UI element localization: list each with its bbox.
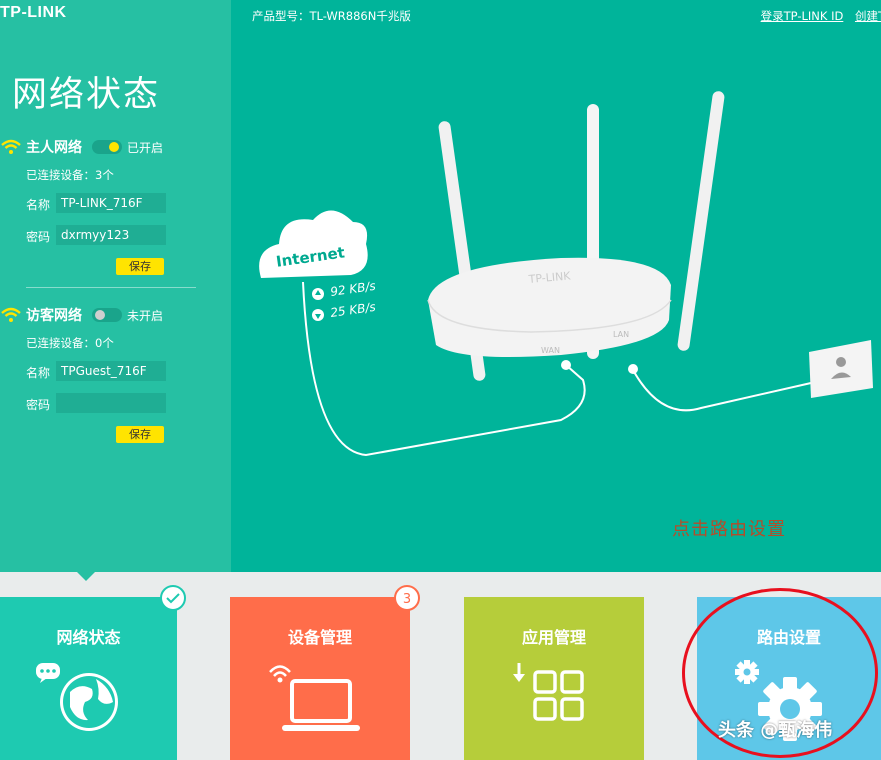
hint-text: 点击路由设置 — [672, 519, 786, 540]
guest-network-header: 访客网络 未开启 — [0, 304, 163, 326]
laptop-wifi-icon — [269, 665, 360, 731]
tp-link-logo: TP-LINK — [0, 4, 67, 21]
main-network-header: 主人网络 已开启 — [0, 136, 163, 158]
download-speed: 25 KB/s — [329, 300, 376, 320]
main-password-input[interactable]: dxrmyy123 — [56, 225, 166, 245]
guest-network-state: 未开启 — [127, 308, 164, 323]
network-diagram: Internet 92 KB/s 25 KB/s TP-LINK WAN LAN — [259, 91, 873, 457]
guest-network-connected: 已连接设备：0个 — [26, 336, 114, 350]
tile-network-status[interactable]: 网络状态 — [0, 585, 186, 760]
globe-chat-icon — [36, 663, 118, 731]
watermark: 头条 @甄海伟 — [718, 720, 833, 741]
main-password-label: 密码 — [26, 230, 51, 244]
upload-speed: 92 KB/s — [329, 279, 376, 299]
tile-device-management[interactable]: 设备管理 3 — [230, 585, 420, 760]
divider — [26, 287, 196, 288]
topology-area: 产品型号：TL-WR886N千兆版 登录TP-LINK ID 创建T Inter… — [231, 0, 881, 572]
tile-label: 应用管理 — [521, 628, 586, 647]
internet-cloud-icon: Internet — [259, 210, 368, 278]
guest-password-input[interactable] — [56, 393, 166, 413]
main-network-connected: 已连接设备：3个 — [26, 168, 114, 182]
guest-save-button[interactable]: 保存 — [116, 426, 164, 443]
main-ssid-input[interactable]: TP-LINK_716F — [56, 193, 166, 213]
network-status-panel: TP-LINK 网络状态 主人网络 已开启 已连接设备：3个 名称 TP-LIN… — [0, 0, 231, 572]
wifi-icon — [1, 307, 21, 322]
main-ssid-label: 名称 — [26, 198, 51, 212]
main-save-button[interactable]: 保存 — [116, 258, 164, 275]
app-grid-icon — [513, 663, 584, 721]
guest-ssid-input[interactable]: TPGuest_716F — [56, 361, 166, 381]
check-icon — [160, 585, 186, 611]
main-network-state: 已开启 — [127, 140, 164, 155]
tile-label: 设备管理 — [287, 628, 352, 647]
router-image: TP-LINK WAN LAN — [427, 91, 725, 381]
guest-network-toggle[interactable] — [92, 308, 122, 322]
guest-network-name: 访客网络 — [26, 308, 82, 324]
main-network-toggle[interactable] — [92, 140, 122, 154]
active-tile-pointer — [77, 572, 95, 581]
guest-password-label: 密码 — [26, 398, 51, 412]
tile-label: 网络状态 — [56, 628, 121, 647]
device-count-badge: 3 — [394, 585, 420, 611]
wifi-icon — [1, 139, 21, 154]
guest-ssid-label: 名称 — [26, 366, 51, 380]
tile-app-management[interactable]: 应用管理 — [464, 597, 644, 760]
page-title: 网络状态 — [12, 75, 161, 115]
computer-icon — [809, 340, 873, 398]
lan-port-label: LAN — [613, 330, 629, 339]
wan-port-label: WAN — [541, 346, 560, 355]
main-network-name: 主人网络 — [26, 140, 82, 156]
